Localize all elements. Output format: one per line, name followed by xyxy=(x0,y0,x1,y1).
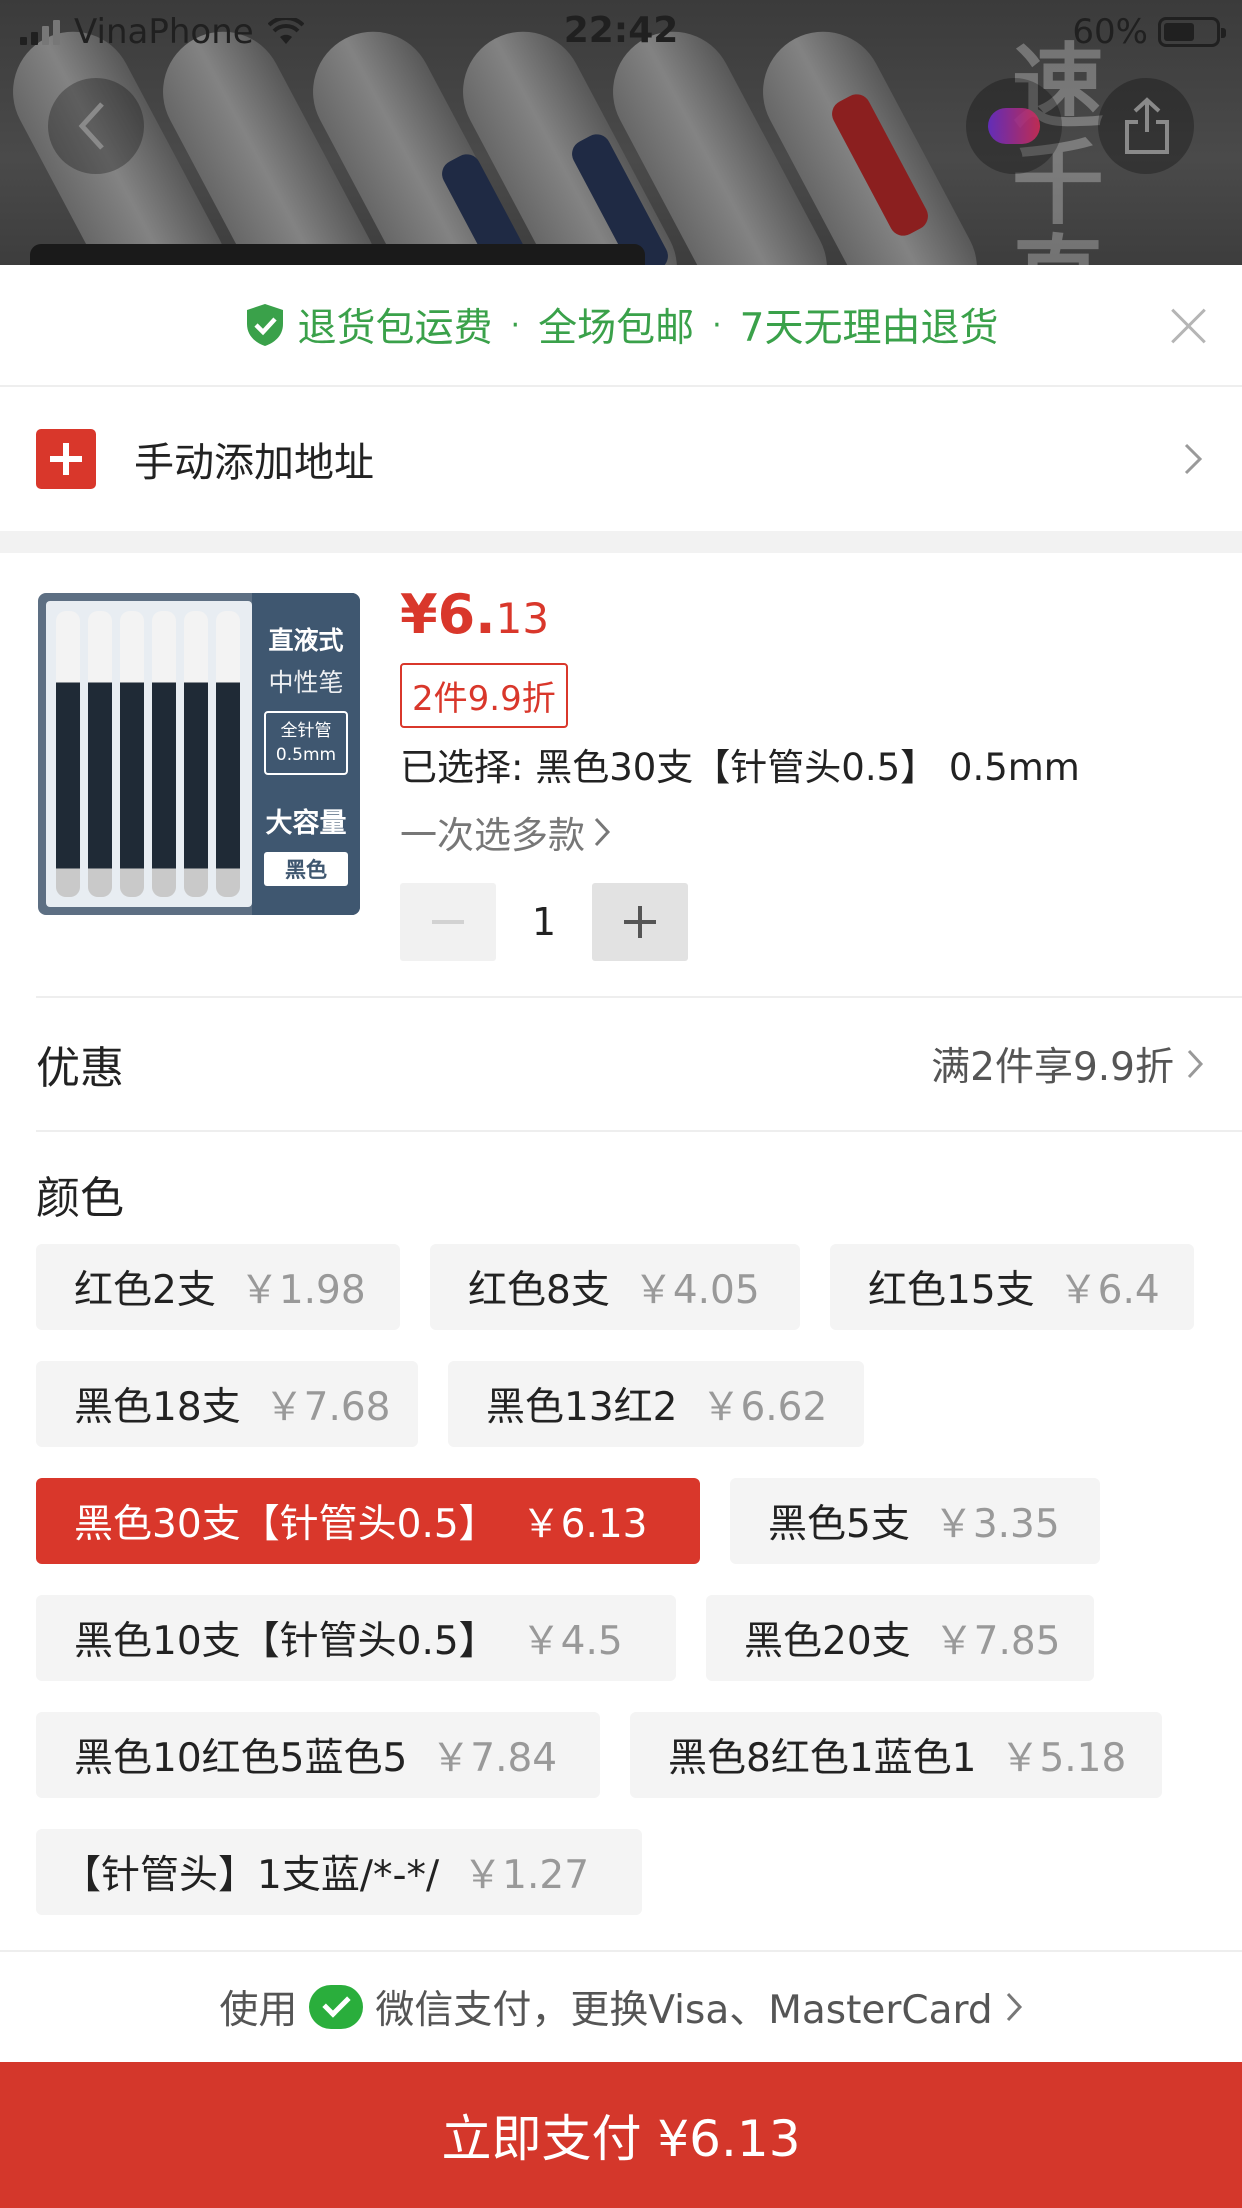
color-option[interactable]: 红色8支 ￥4.05 xyxy=(430,1244,800,1330)
promotion-value: 满2件享9.9折 xyxy=(931,1045,1174,1090)
color-options: 红色2支 ￥1.98 红色8支 ￥4.05 红色15支 ￥6.4 黑色18支 ￥7.68… xyxy=(36,1244,1216,1916)
shield-check-icon xyxy=(246,304,283,346)
option-price: ￥6.13 xyxy=(521,1502,648,1547)
chevron-right-icon xyxy=(594,817,611,847)
option-name: 黑色30支【针管头0.5】 xyxy=(74,1502,498,1547)
clock: 22:42 xyxy=(563,10,679,51)
color-section-title: 颜色 xyxy=(36,1173,124,1224)
checkout-sheet: 退货包运费 · 全场包邮 · 7天无理由退货 手动添加地址 直液式 中性笔 全针… xyxy=(0,265,1242,2208)
promotion-label: 优惠 xyxy=(36,1043,124,1094)
color-option[interactable]: 红色2支 ￥1.98 xyxy=(36,1244,400,1330)
option-name: 黑色5支 xyxy=(768,1502,910,1547)
divider xyxy=(36,1130,1242,1132)
product-price: ¥6.13 xyxy=(400,583,549,646)
option-name: 【针管头】1支蓝/*-*/ xyxy=(62,1853,440,1898)
color-option-selected[interactable]: 黑色30支【针管头0.5】 ￥6.13 xyxy=(36,1478,700,1564)
product-thumbnail: 直液式 中性笔 全针管 0.5mm 大容量 黑色 xyxy=(38,593,360,915)
share-icon xyxy=(1125,97,1169,154)
status-bar: VinaPhone 22:42 60% xyxy=(0,0,1242,62)
selected-variant: 已选择: 黑色30支【针管头0.5】 0.5mm xyxy=(400,746,1080,789)
chevron-right-icon xyxy=(1187,1049,1204,1079)
pay-now-button[interactable]: 立即支付 ¥6.13 xyxy=(0,2062,1242,2208)
increment-button[interactable] xyxy=(592,883,688,961)
promotion-row[interactable]: 优惠 满2件享9.9折 xyxy=(36,996,1242,1130)
add-address-label: 手动添加地址 xyxy=(134,440,374,486)
color-option[interactable]: 黑色18支 ￥7.68 xyxy=(36,1361,418,1447)
guarantee-item: 7天无理由退货 xyxy=(739,306,999,351)
thumb-text: 直液式 xyxy=(268,626,344,655)
price-minor: 13 xyxy=(495,594,550,643)
background-bar xyxy=(30,244,645,265)
thumb-text: 中性笔 xyxy=(268,668,344,697)
chevron-right-icon xyxy=(1006,1992,1022,2022)
battery-percent: 60% xyxy=(1072,12,1148,52)
option-price: ￥1.98 xyxy=(239,1268,366,1313)
color-option[interactable]: 【针管头】1支蓝/*-*/ ￥1.27 xyxy=(36,1829,642,1915)
color-option[interactable]: 黑色20支 ￥7.85 xyxy=(706,1595,1094,1681)
multi-select-label: 一次选多款 xyxy=(400,814,585,857)
option-name: 黑色8红色1蓝色1 xyxy=(668,1736,977,1781)
price-major: ¥6. xyxy=(400,583,496,646)
decrement-button[interactable] xyxy=(400,883,496,961)
option-price: ￥6.62 xyxy=(701,1385,828,1430)
quantity-value[interactable]: 1 xyxy=(496,900,592,944)
option-price: ￥7.85 xyxy=(934,1619,1061,1664)
option-name: 红色2支 xyxy=(74,1268,216,1313)
option-name: 黑色18支 xyxy=(74,1385,241,1430)
option-price: ￥4.5 xyxy=(521,1619,623,1664)
option-price: ￥1.27 xyxy=(463,1853,590,1898)
option-name: 黑色20支 xyxy=(744,1619,911,1664)
chevron-left-icon xyxy=(78,102,104,150)
section-divider xyxy=(0,531,1242,553)
multi-select-link[interactable]: 一次选多款 xyxy=(400,805,611,859)
option-name: 红色15支 xyxy=(868,1268,1035,1313)
battery-icon xyxy=(1158,17,1226,47)
separator: · xyxy=(510,307,521,343)
app-logo-button[interactable] xyxy=(966,78,1062,174)
payment-prefix: 使用 xyxy=(219,1988,298,2033)
option-name: 黑色10支【针管头0.5】 xyxy=(74,1619,498,1664)
color-option[interactable]: 黑色10支【针管头0.5】 ￥4.5 xyxy=(36,1595,676,1681)
option-price: ￥7.84 xyxy=(431,1736,558,1781)
logo-icon xyxy=(988,108,1040,144)
option-price: ￥5.18 xyxy=(1000,1736,1127,1781)
guarantee-item: 全场包邮 xyxy=(538,306,695,351)
color-option[interactable]: 红色15支 ￥6.4 xyxy=(830,1244,1194,1330)
option-price: ￥6.4 xyxy=(1058,1268,1160,1313)
color-option[interactable]: 黑色8红色1蓝色1 ￥5.18 xyxy=(630,1712,1162,1798)
chevron-right-icon xyxy=(1184,443,1203,475)
separator: · xyxy=(712,307,722,343)
color-option[interactable]: 黑色10红色5蓝色5 ￥7.84 xyxy=(36,1712,600,1798)
thumb-badge: 全针管 0.5mm xyxy=(264,711,348,775)
payment-method-label: 微信支付，更换Visa、MasterCard xyxy=(375,1988,993,2033)
option-name: 红色8支 xyxy=(468,1268,610,1313)
plus-icon xyxy=(36,429,96,489)
option-price: ￥4.05 xyxy=(633,1268,760,1313)
guarantee-banner: 退货包运费 · 全场包邮 · 7天无理由退货 xyxy=(0,265,1242,387)
wechat-pay-icon xyxy=(309,1985,364,2029)
thumb-color-tag: 黑色 xyxy=(264,852,348,886)
share-button[interactable] xyxy=(1098,78,1194,174)
promo-tag: 2件9.9折 xyxy=(400,663,568,728)
option-price: ￥7.68 xyxy=(264,1385,391,1430)
thumb-text: 大容量 xyxy=(265,808,347,839)
back-button[interactable] xyxy=(48,78,144,174)
option-name: 黑色10红色5蓝色5 xyxy=(74,1736,408,1781)
option-price: ￥3.35 xyxy=(933,1502,1060,1547)
add-address-row[interactable]: 手动添加地址 xyxy=(0,387,1242,531)
color-option[interactable]: 黑色13红2 ￥6.62 xyxy=(448,1361,864,1447)
quantity-stepper: 1 xyxy=(400,883,688,961)
close-icon[interactable] xyxy=(1170,307,1208,345)
payment-method-row[interactable]: 使用 微信支付，更换Visa、MasterCard xyxy=(0,1950,1242,2062)
color-option[interactable]: 黑色5支 ￥3.35 xyxy=(730,1478,1100,1564)
option-name: 黑色13红2 xyxy=(486,1385,678,1430)
guarantee-item: 退货包运费 xyxy=(297,306,493,351)
